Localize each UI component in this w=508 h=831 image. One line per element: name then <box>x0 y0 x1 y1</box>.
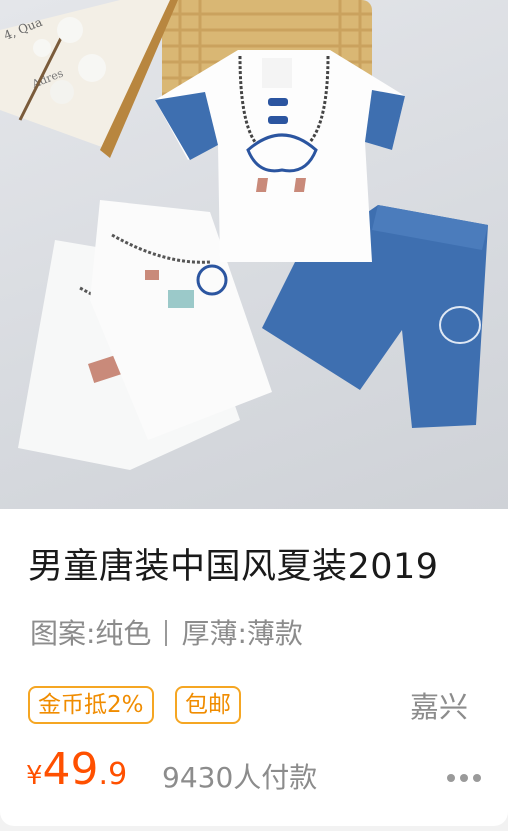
coin-discount-badge: 金币抵2% <box>28 686 154 724</box>
price-currency: ¥ <box>26 761 43 791</box>
product-photo-illustration: 4, Qua Adres <box>0 0 488 470</box>
spec-divider <box>165 620 168 646</box>
price: ¥49.9 <box>26 744 127 795</box>
spec-thickness: 厚薄:薄款 <box>181 617 303 650</box>
spec-pattern: 图案:纯色 <box>30 617 152 650</box>
product-specs: 图案:纯色 厚薄:薄款 <box>30 612 303 652</box>
more-dots-icon[interactable] <box>446 768 482 782</box>
sales-count: 9430人付款 <box>162 761 318 794</box>
product-image[interactable]: 4, Qua Adres <box>0 0 508 509</box>
product-title[interactable]: 男童唐装中国风夏装2019 <box>28 538 439 589</box>
free-shipping-badge: 包邮 <box>175 686 241 724</box>
product-card[interactable]: 4, Qua Adres 男童唐装中国风夏装2019 图案:纯色 厚薄:薄款 金… <box>0 0 508 826</box>
price-integer: 49 <box>42 744 99 795</box>
price-decimal: .9 <box>98 757 128 792</box>
seller-location: 嘉兴 <box>410 690 469 724</box>
